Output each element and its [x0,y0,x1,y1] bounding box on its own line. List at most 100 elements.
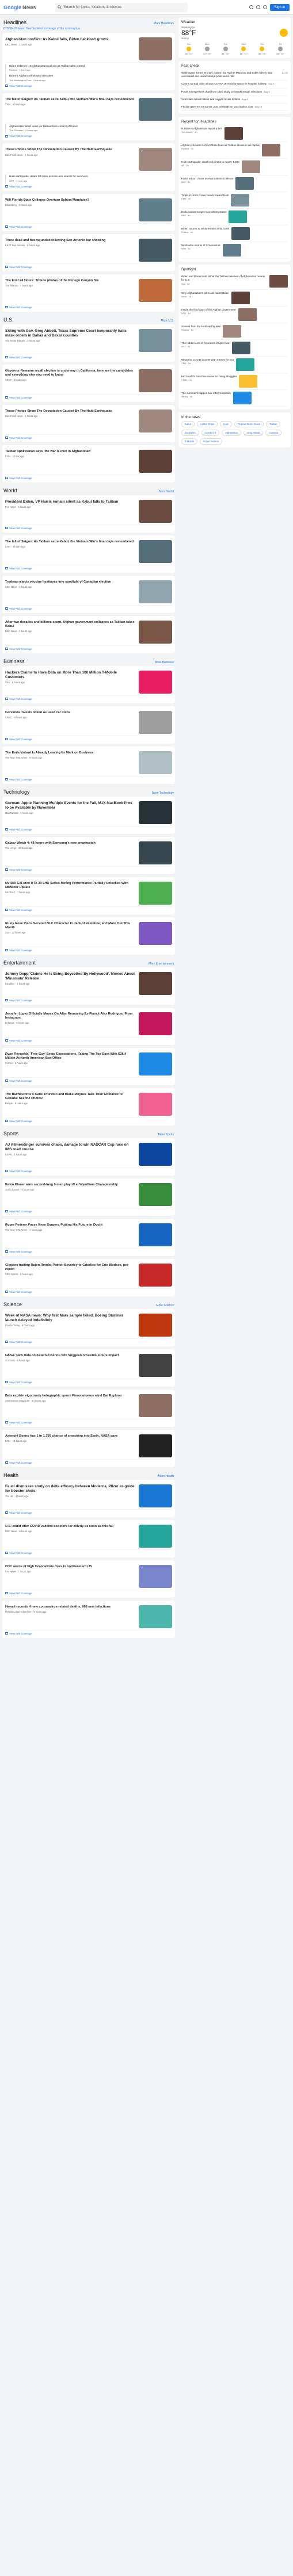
recent-item[interactable]: Kabul airport chaos as evacuations conti… [181,175,288,193]
story[interactable]: Trudeau rejects vaccine hesitancy into s… [5,579,172,606]
story-thumbnail[interactable] [139,1313,172,1337]
section-title-technology[interactable]: Technology [3,789,30,795]
recent-item[interactable]: Biden returns to White House amid crisis… [181,225,288,243]
story-headline[interactable]: U.S. could offer COVID vaccine boosters … [5,1525,136,1529]
recent-thumbnail[interactable] [224,127,243,140]
story[interactable]: Fauci dismisses study on delta efficacy … [5,1483,172,1510]
view-full-coverage-button[interactable]: View Full Coverage [5,1592,172,1595]
story-thumbnail[interactable] [139,148,172,171]
spotlight-headline[interactable]: McDonald's franchise owner on hiring str… [181,375,237,378]
view-full-coverage-button[interactable]: View Full Coverage [5,648,172,650]
story-thumbnail[interactable] [139,1605,172,1628]
more-link-world[interactable]: More World [159,490,174,493]
view-full-coverage-button[interactable]: View Full Coverage [5,1291,172,1293]
topic-chip[interactable]: Taliban [266,421,281,428]
story[interactable]: AJ Allmendinger survives chaos, damage t… [5,1141,172,1168]
story[interactable]: U.S. could offer COVID vaccine boosters … [5,1523,172,1550]
story[interactable]: Carvanna invests billion as used car loa… [5,709,172,736]
section-title-entertainment[interactable]: Entertainment [3,960,36,966]
view-full-coverage-button[interactable]: View Full Coverage [5,1461,172,1464]
story-headline[interactable]: Will Florida State Colleges Overturn Sch… [5,198,136,202]
recent-item[interactable]: Is Biden's Afghanistan report a lie? The … [181,125,288,143]
story[interactable]: Jennifer Lopez Officially Moves On After… [5,1011,172,1038]
fact-check-text[interactable]: Viral claim about masks and oxygen level… [181,98,240,101]
view-full-coverage-button[interactable]: View Full Coverage [5,266,172,269]
story-thumbnail[interactable] [139,198,172,221]
story-thumbnail[interactable] [139,328,172,352]
story[interactable]: The fall of Saigon: As Taliban seize Kab… [5,96,172,123]
view-full-coverage-button[interactable]: View Full Coverage [5,1632,172,1635]
story[interactable]: Kevin Kisner wins second-long 6-man play… [5,1181,172,1208]
spotlight-item[interactable]: Scenes from the Haiti earthquake Reuters … [181,323,288,340]
view-full-coverage-button[interactable]: View Full Coverage [5,356,172,359]
recent-thumbnail[interactable] [222,244,241,257]
topic-chip[interactable]: Ashraf Ghani [196,421,218,428]
view-full-coverage-button[interactable]: View Full Coverage [5,999,172,1002]
recent-thumbnail[interactable] [235,177,254,190]
spotlight-thumbnail[interactable] [233,392,252,405]
settings-icon[interactable] [256,5,260,9]
view-full-coverage-button[interactable]: View Full Coverage [5,698,172,701]
recent-item[interactable]: Tropical storm Grace heads toward Haiti C… [181,192,288,209]
story[interactable]: Johnny Depp 'Claims He Is Being Boycotte… [5,970,172,997]
story[interactable]: These Photos Show The Devastation Caused… [5,146,172,174]
section-title-business[interactable]: Business [3,659,25,664]
topic-chip[interactable]: Afghanistan [221,430,242,437]
view-full-coverage-button[interactable]: View Full Coverage [5,1250,172,1253]
story-thumbnail[interactable] [139,1353,172,1377]
fact-check-text[interactable]: Florida governor DeSantis' post misleads… [181,105,253,109]
view-full-coverage-button[interactable]: View Full Coverage [5,1080,172,1082]
story[interactable]: CDC warns of high Coronavirus risks in n… [5,1563,172,1590]
story-headline[interactable]: The First 24 Hours: Tribute photos of th… [5,279,136,283]
recent-headline[interactable]: Haiti earthquake: death toll climbs to n… [181,160,239,164]
story-thumbnail[interactable] [139,539,172,563]
story[interactable]: After two decades and billions spent, Af… [5,619,172,646]
story-thumbnail[interactable] [139,710,172,734]
spotlight-thumbnail[interactable] [238,308,257,321]
topic-chip[interactable]: Kabul [181,421,195,428]
story-thumbnail[interactable] [139,670,172,694]
view-full-coverage-button[interactable]: View Full Coverage [5,778,172,781]
spotlight-headline[interactable]: The summer's biggest box office surprise… [181,392,231,395]
story[interactable]: Taliban spokesman says 'the war is over … [5,448,172,475]
related-story[interactable]: Haiti earthquake death toll rises as res… [5,174,172,183]
view-full-coverage-button[interactable]: View Full Coverage [5,225,172,228]
spotlight-item[interactable]: What the COVID booster plan means for yo… [181,357,288,374]
search-icon[interactable] [58,5,62,9]
story-thumbnail[interactable] [139,801,172,824]
story[interactable]: Galaxy Watch 4: 48 hours with Samsung's … [5,840,172,867]
apps-icon[interactable] [262,5,267,9]
story-headline[interactable]: Gurman: Apple Planning Multiple Events f… [5,801,136,811]
view-full-coverage-button[interactable]: View Full Coverage [5,477,172,480]
view-full-coverage-button[interactable]: View Full Coverage [5,738,172,741]
story-headline[interactable]: These Photos Show The Devastation Caused… [5,148,136,152]
view-full-coverage-button[interactable]: View Full Coverage [5,396,172,399]
topic-chip[interactable]: Tropical Storm Grace [234,421,264,428]
story-thumbnail[interactable] [139,238,172,262]
story-headline[interactable]: Johnny Depp 'Claims He Is Being Boycotte… [5,972,136,982]
story-headline[interactable]: Taliban spokesman says 'the war is over … [5,450,136,454]
spotlight-headline[interactable]: What the COVID booster plan means for yo… [181,358,234,362]
more-link-entertainment[interactable]: More Entertainment [149,962,174,966]
story-headline[interactable]: Governor Newsom recall election is under… [5,369,136,378]
fact-check-text[interactable]: Washington Times wrongly claims that Rac… [181,71,280,78]
story-headline[interactable]: Galaxy Watch 4: 48 hours with Samsung's … [5,841,136,845]
recent-headline[interactable]: Delta variant surges in southern states [181,210,226,214]
story-headline[interactable]: Roger Federer Faces Knee Surgery, Puttin… [5,1223,136,1227]
help-icon[interactable] [249,5,253,9]
story[interactable]: Afghanistan conflict: As Kabul falls, Bi… [5,36,172,63]
view-full-coverage-button[interactable]: View Full Coverage [5,185,172,188]
fact-check-item[interactable]: Posts misrepresent chart from CDC study … [181,89,288,96]
section-title-world[interactable]: World [3,488,17,493]
story-thumbnail[interactable] [139,620,172,644]
story-thumbnail[interactable] [139,1012,172,1035]
story[interactable]: Gurman: Apple Planning Multiple Events f… [5,799,172,826]
story-thumbnail[interactable] [139,369,172,392]
story[interactable]: The First 24 Hours: Tribute photos of th… [5,277,172,304]
topic-chip[interactable]: Haiti [220,421,232,428]
spotlight-thumbnail[interactable] [223,325,242,338]
story-headline[interactable]: Hawaii records 4 new coronavirus-related… [5,1605,136,1609]
story-headline[interactable]: The Bachelorette's Katie Thurston and Bl… [5,1093,136,1101]
view-full-coverage-button[interactable]: View Full Coverage [5,1552,172,1555]
topic-chip[interactable]: Roger Federer [200,438,223,445]
